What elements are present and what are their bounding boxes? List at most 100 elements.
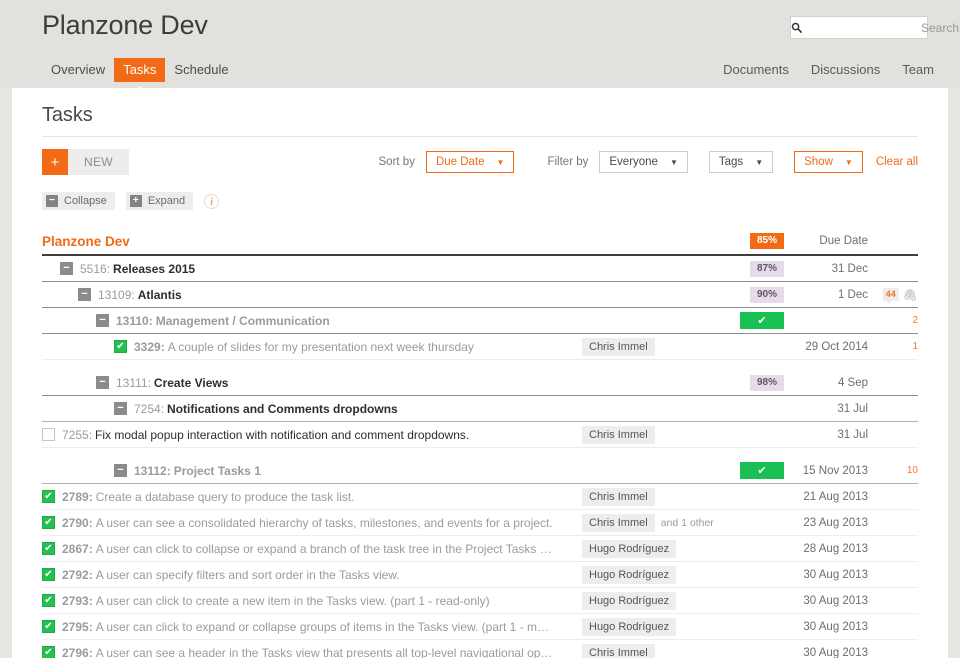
due-date-cell: 31 Dec [831, 262, 868, 275]
sort-by-dropdown[interactable]: Due Date ▼ [425, 151, 515, 173]
assignee-tag[interactable]: Chris Immel [582, 425, 655, 444]
collapse-toggle-icon[interactable]: − [78, 288, 91, 301]
tree-controls: − Collapse + Expand i [42, 192, 918, 210]
assignee-tag[interactable]: Chris Immel [582, 513, 655, 532]
search-input[interactable] [802, 16, 960, 39]
tree-group-row[interactable]: −13111: Create Views 98% 4 Sep [42, 370, 918, 396]
collapse-toggle-icon[interactable]: − [60, 262, 73, 275]
completed-badge: ✔ [740, 312, 784, 329]
item-title: Project Tasks 1 [173, 463, 261, 478]
due-date-cell: 4 Sep [837, 376, 868, 389]
assignee-tag[interactable]: Hugo Rodríguez [582, 617, 677, 636]
task-row[interactable]: ✔ 2792: A user can specify filters and sor… [42, 562, 918, 588]
collapse-all-button[interactable]: − Collapse [42, 192, 115, 210]
collapse-toggle-icon[interactable]: − [114, 464, 127, 477]
app-title: Planzone Dev [42, 10, 208, 40]
task-row[interactable]: ✔ 2796: A user can see a header in the Tas… [42, 640, 918, 658]
tree-rows-container: −5516: Releases 2015 87% 31 Dec −13109: Atlan… [42, 256, 918, 658]
task-checkbox-checked[interactable]: ✔ [42, 516, 55, 529]
nav-item-discussions[interactable]: Discussions [811, 58, 880, 82]
tree-row-spacer [42, 448, 918, 458]
child-count-label: 2 [912, 315, 918, 326]
root-project-label[interactable]: Planzone Dev [42, 234, 130, 249]
sort-by-label: Sort by [378, 156, 415, 168]
item-id: 13112: [134, 463, 171, 478]
collapse-toggle-icon[interactable]: − [114, 402, 127, 415]
assignee-cell: Hugo Rodríguez [582, 617, 732, 636]
item-title: Releases 2015 [113, 261, 196, 276]
task-row[interactable]: ✔ 2795: A user can click to expand or coll… [42, 614, 918, 640]
item-label-wrap: 13112: Project Tasks 1 [134, 464, 261, 478]
assignee-cell: Chris Immel [582, 487, 732, 506]
nav-item-team[interactable]: Team [902, 58, 934, 82]
task-checkbox-checked[interactable]: ✔ [42, 490, 55, 503]
task-checkbox-checked[interactable]: ✔ [114, 340, 127, 353]
task-row[interactable]: ✔ 3329: A couple of slides for my presenta… [42, 334, 918, 360]
item-name-cell: −5516: Releases 2015 [42, 262, 582, 276]
task-checkbox-checked[interactable]: ✔ [42, 620, 55, 633]
task-checkbox-checked[interactable]: ✔ [42, 646, 55, 658]
tags-dropdown[interactable]: Tags ▼ [708, 151, 774, 173]
item-title: Atlantis [137, 287, 182, 302]
due-date-cell: 21 Aug 2013 [803, 490, 868, 503]
item-label-wrap: 13110: Management / Communication [116, 314, 330, 328]
assignee-cell: Hugo Rodríguez [582, 591, 732, 610]
search-box[interactable] [790, 16, 960, 39]
nav-item-documents[interactable]: Documents [723, 58, 789, 82]
collapse-toggle-icon[interactable]: − [96, 314, 109, 327]
new-task-button[interactable]: + NEW [42, 149, 129, 175]
item-name-cell: ✔ 2793: A user can click to create a new i… [42, 594, 582, 608]
plus-icon: + [129, 195, 142, 207]
tree-row-spacer [42, 360, 918, 370]
tree-group-row[interactable]: −7254: Notifications and Comments dropdow… [42, 396, 918, 422]
clear-all-button[interactable]: Clear all [876, 156, 918, 168]
progress-cell: ✔ [732, 312, 784, 329]
task-row[interactable]: ✔ 2789: Create a database query to produce… [42, 484, 918, 510]
comment-bubble-icon[interactable]: 44 [882, 288, 899, 304]
tree-group-row[interactable]: −13109: Atlantis 90% 1 Dec 44 🖇 [42, 282, 918, 308]
collapse-label: Collapse [64, 195, 107, 207]
item-title: Notifications and Comments dropdowns [167, 401, 398, 416]
assignee-tag[interactable]: Hugo Rodríguez [582, 565, 677, 584]
item-title: A user can click to create a new item in… [95, 593, 490, 608]
due-date-cell: 28 Aug 2013 [803, 542, 868, 555]
task-row[interactable]: 7255: Fix modal popup interaction with no… [42, 422, 918, 448]
assignee-tag[interactable]: Hugo Rodríguez [582, 539, 677, 558]
attachment-paperclip-icon[interactable]: 🖇 [903, 288, 918, 302]
task-checkbox-unchecked[interactable] [42, 428, 55, 441]
assignee-tag[interactable]: Chris Immel [582, 487, 655, 506]
due-date-cell: 30 Aug 2013 [803, 646, 868, 658]
assignee-cell: Hugo Rodríguez [582, 539, 732, 558]
tree-group-row[interactable]: −13112: Project Tasks 1 ✔ 15 Nov 2013 10 [42, 458, 918, 484]
item-id: 7255: [62, 427, 93, 442]
item-label-wrap: 2795: A user can click to expand or colla… [62, 620, 549, 634]
show-dropdown[interactable]: Show ▼ [794, 151, 863, 173]
assignee-tag[interactable]: Hugo Rodríguez [582, 591, 677, 610]
tree-group-row[interactable]: −5516: Releases 2015 87% 31 Dec [42, 256, 918, 282]
due-date-cell: 31 Jul [837, 402, 868, 415]
task-checkbox-checked[interactable]: ✔ [42, 568, 55, 581]
task-row[interactable]: ✔ 2867: A user can click to collapse or ex… [42, 536, 918, 562]
due-date-cell: 23 Aug 2013 [803, 516, 868, 529]
task-checkbox-checked[interactable]: ✔ [42, 594, 55, 607]
nav-item-overview[interactable]: Overview [42, 58, 114, 82]
progress-badge: 98% [749, 374, 784, 391]
nav-item-schedule[interactable]: Schedule [165, 58, 237, 82]
plus-icon: + [42, 149, 68, 175]
task-row[interactable]: ✔ 2793: A user can click to create a new i… [42, 588, 918, 614]
task-checkbox-checked[interactable]: ✔ [42, 542, 55, 555]
row-extras-cell: 2 [868, 315, 918, 326]
item-title: A user can click to expand or collapse g… [95, 619, 550, 634]
new-task-label: NEW [68, 149, 129, 175]
collapse-toggle-icon[interactable]: − [96, 376, 109, 389]
tree-group-row[interactable]: −13110: Management / Communication ✔ 2 [42, 308, 918, 334]
assignee-tag[interactable]: Chris Immel [582, 643, 655, 658]
chevron-down-icon: ▼ [669, 157, 678, 167]
task-row[interactable]: ✔ 2790: A user can see a consolidated hier… [42, 510, 918, 536]
item-title: Fix modal popup interaction with notific… [95, 427, 470, 442]
assignee-tag[interactable]: Chris Immel [582, 337, 655, 356]
expand-all-button[interactable]: + Expand [125, 192, 194, 210]
filter-by-dropdown[interactable]: Everyone ▼ [599, 151, 688, 173]
info-icon[interactable]: i [204, 193, 220, 209]
nav-item-tasks[interactable]: Tasks [114, 58, 166, 94]
